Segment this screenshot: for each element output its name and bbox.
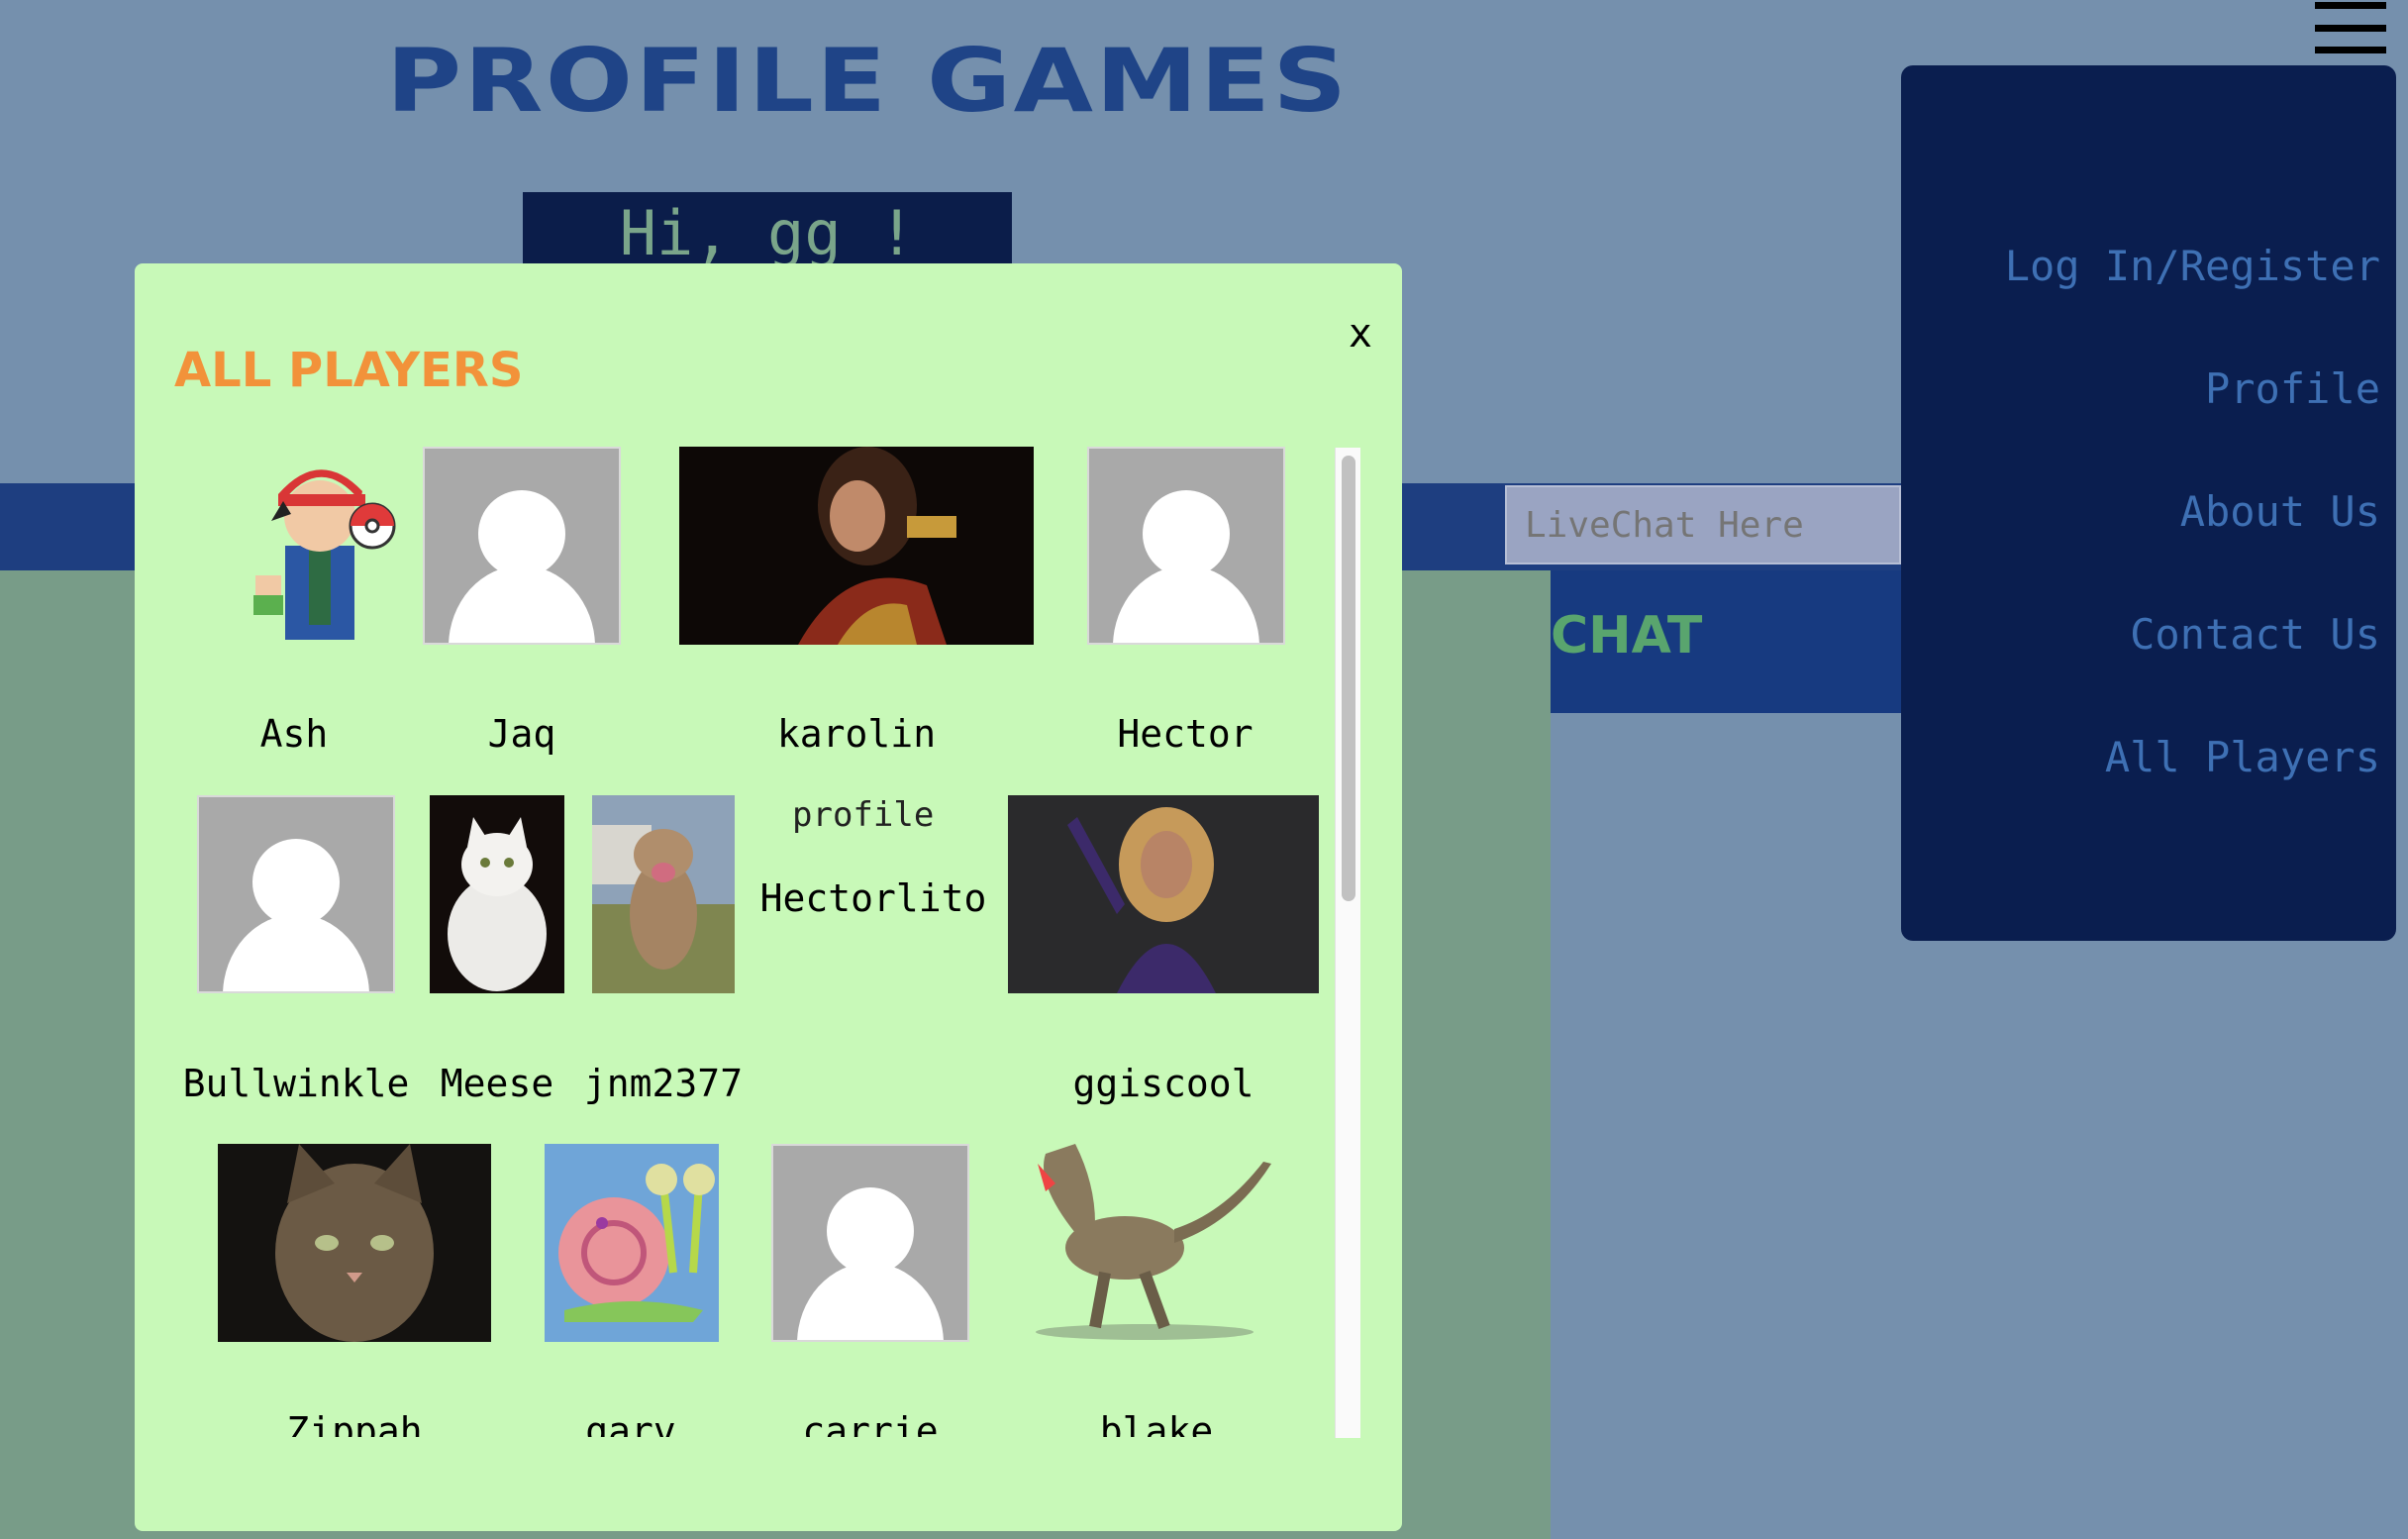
livechat-input[interactable] [1505,485,1901,564]
player-name: blake [1099,1409,1214,1437]
nav-menu-panel: Log In/Register Profile About Us Contact… [1901,65,2396,941]
player-avatar [218,1144,491,1342]
player-name: Zippah [286,1409,423,1437]
nav-item-login-register[interactable]: Log In/Register [2005,242,2380,290]
player-avatar [224,447,422,645]
nav-item-contact-us[interactable]: Contact Us [2130,610,2380,659]
player-name: Hector [1117,712,1254,756]
player-avatar [545,1144,719,1342]
close-button[interactable]: x [1349,311,1372,357]
player-name: Bullwinkle [182,1062,410,1105]
modal-title: ALL PLAYERS [174,343,524,398]
hamburger-menu-icon[interactable] [2315,0,2386,53]
player-name: carrie [802,1409,939,1437]
default-avatar-icon [771,1144,969,1342]
player-avatar [1016,1144,1273,1342]
player-avatar [430,795,564,993]
default-avatar-icon [197,795,395,993]
player-avatar [1008,795,1319,993]
player-name: Ash [259,712,329,756]
nav-item-profile[interactable]: Profile [2205,364,2380,413]
player-name: Hectorlito [759,876,987,920]
modal-scrollbar[interactable] [1335,448,1360,1438]
all-players-modal: x ALL PLAYERS Ash Jaq karolin Hector Bul… [135,263,1402,1531]
player-name: Meese [440,1062,554,1105]
player-avatar [679,447,1034,645]
broken-image-icon: profile [792,795,935,835]
player-name: Jaq [487,712,556,756]
nav-item-all-players[interactable]: All Players [2105,733,2380,781]
site-title: PROFILE GAMES [386,30,1350,132]
player-name: garv [585,1409,676,1437]
player-name: jnm2377 [583,1062,744,1105]
player-name: ggiscool [1072,1062,1254,1105]
default-avatar-icon [423,447,621,645]
player-avatar [592,795,735,993]
players-grid[interactable]: Ash Jaq karolin Hector Bullwinkle Meese … [135,447,1343,1437]
chat-button-label[interactable]: CHAT [1551,606,1702,666]
player-name: karolin [776,712,937,756]
nav-item-about-us[interactable]: About Us [2180,487,2380,536]
scrollbar-thumb[interactable] [1342,456,1355,901]
default-avatar-icon [1087,447,1285,645]
